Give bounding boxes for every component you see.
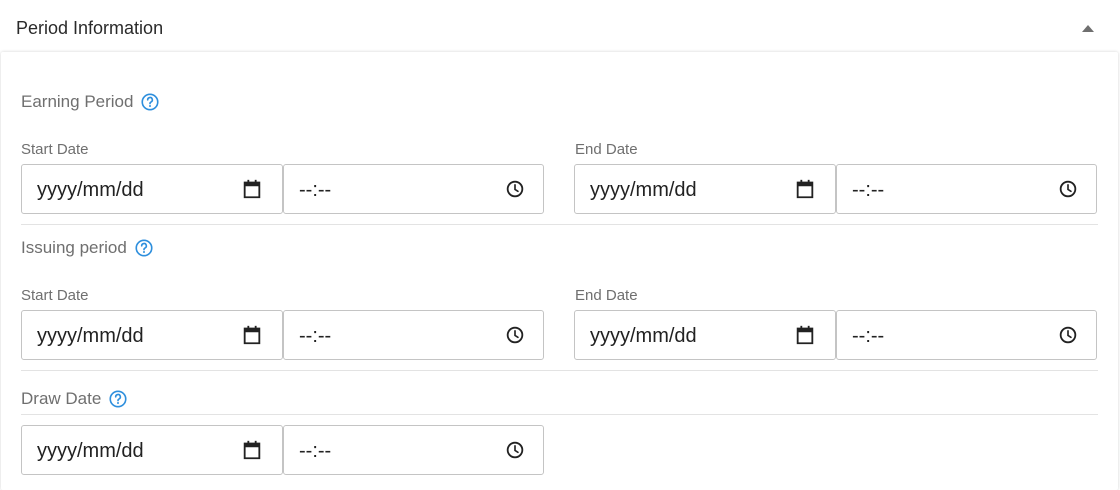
calendar-icon[interactable] <box>794 178 816 200</box>
earning-period-label: Earning Period <box>21 92 134 111</box>
earning-start-date-input[interactable]: yyyy/mm/dd <box>21 164 283 214</box>
clock-icon[interactable] <box>1057 324 1079 346</box>
time-placeholder: --:-- <box>299 325 332 347</box>
earning-start-time-input[interactable]: --:-- <box>283 164 544 214</box>
issuing-start-time-input[interactable]: --:-- <box>283 310 544 360</box>
panel-header[interactable]: Period Information <box>0 0 1120 54</box>
time-placeholder: --:-- <box>852 179 885 201</box>
help-circle-icon[interactable] <box>109 390 127 408</box>
issuing-end-date-label: End Date <box>575 287 638 304</box>
calendar-icon[interactable] <box>241 324 263 346</box>
draw-date-label: Draw Date <box>21 389 102 408</box>
section-divider <box>21 414 1098 415</box>
draw-date-input[interactable]: yyyy/mm/dd <box>21 425 283 475</box>
time-placeholder: --:-- <box>299 179 332 201</box>
draw-date-title: Draw Date <box>21 389 127 409</box>
issuing-period-label: Issuing period <box>21 238 127 257</box>
issuing-period-title: Issuing period <box>21 238 153 258</box>
chevron-up-icon[interactable] <box>1082 25 1094 32</box>
earning-end-date-label: End Date <box>575 141 638 158</box>
earning-start-date-label: Start Date <box>21 141 89 158</box>
calendar-icon[interactable] <box>241 439 263 461</box>
calendar-icon[interactable] <box>241 178 263 200</box>
issuing-start-date-label: Start Date <box>21 287 89 304</box>
clock-icon[interactable] <box>504 178 526 200</box>
time-placeholder: --:-- <box>852 325 885 347</box>
issuing-start-date-input[interactable]: yyyy/mm/dd <box>21 310 283 360</box>
section-divider <box>21 370 1098 371</box>
calendar-icon[interactable] <box>794 324 816 346</box>
issuing-end-time-input[interactable]: --:-- <box>836 310 1097 360</box>
issuing-end-date-input[interactable]: yyyy/mm/dd <box>574 310 836 360</box>
help-circle-icon[interactable] <box>135 239 153 257</box>
section-divider <box>21 224 1098 225</box>
clock-icon[interactable] <box>504 324 526 346</box>
date-placeholder: yyyy/mm/dd <box>590 325 697 347</box>
time-placeholder: --:-- <box>299 440 332 462</box>
panel-title: Period Information <box>16 18 164 38</box>
earning-period-title: Earning Period <box>21 92 160 112</box>
date-placeholder: yyyy/mm/dd <box>37 179 144 201</box>
draw-time-input[interactable]: --:-- <box>283 425 544 475</box>
date-placeholder: yyyy/mm/dd <box>37 440 144 462</box>
earning-end-time-input[interactable]: --:-- <box>836 164 1097 214</box>
date-placeholder: yyyy/mm/dd <box>37 325 144 347</box>
help-circle-icon[interactable] <box>141 93 160 111</box>
clock-icon[interactable] <box>1057 178 1079 200</box>
earning-end-date-input[interactable]: yyyy/mm/dd <box>574 164 836 214</box>
date-placeholder: yyyy/mm/dd <box>590 179 697 201</box>
clock-icon[interactable] <box>504 439 526 461</box>
